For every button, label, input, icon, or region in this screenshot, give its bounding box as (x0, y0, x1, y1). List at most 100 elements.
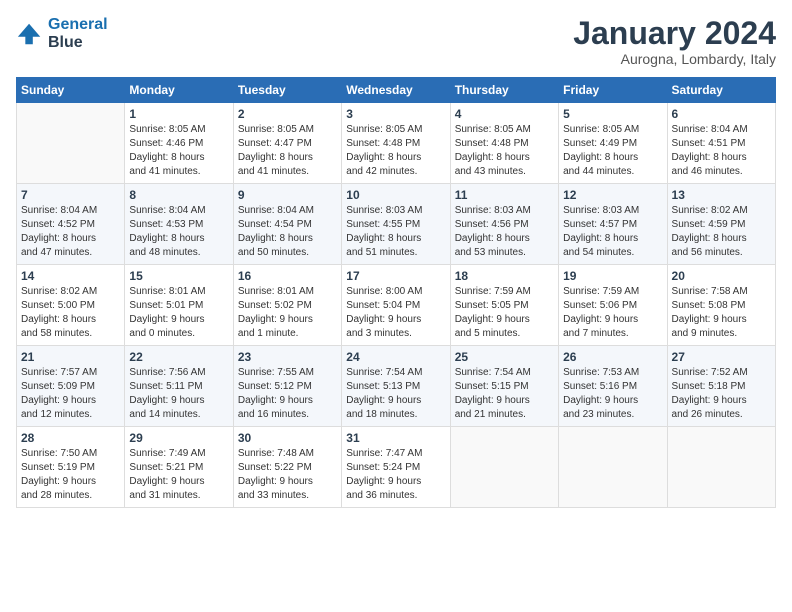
day-cell: 7 Sunrise: 8:04 AMSunset: 4:52 PMDaylight… (17, 184, 125, 265)
day-number: 19 (563, 269, 662, 283)
weekday-header-row: SundayMondayTuesdayWednesdayThursdayFrid… (17, 78, 776, 103)
day-info: Sunrise: 8:03 AMSunset: 4:56 PMDaylight:… (455, 204, 554, 260)
day-info: Sunrise: 7:54 AMSunset: 5:13 PMDaylight:… (346, 366, 445, 422)
day-number: 4 (455, 107, 554, 121)
day-info: Sunrise: 8:01 AMSunset: 5:02 PMDaylight:… (238, 285, 337, 341)
day-number: 8 (129, 188, 228, 202)
calendar-table: SundayMondayTuesdayWednesdayThursdayFrid… (16, 77, 776, 508)
day-cell: 25 Sunrise: 7:54 AMSunset: 5:15 PMDayligh… (450, 346, 558, 427)
day-number: 27 (672, 350, 771, 364)
day-number: 11 (455, 188, 554, 202)
day-number: 1 (129, 107, 228, 121)
day-number: 12 (563, 188, 662, 202)
day-number: 26 (563, 350, 662, 364)
day-cell: 17 Sunrise: 8:00 AMSunset: 5:04 PMDayligh… (342, 265, 450, 346)
weekday-header-sunday: Sunday (17, 78, 125, 103)
day-number: 9 (238, 188, 337, 202)
header: General Blue January 2024 Aurogna, Lomba… (16, 16, 776, 67)
weekday-header-tuesday: Tuesday (233, 78, 341, 103)
day-number: 14 (21, 269, 120, 283)
day-cell: 23 Sunrise: 7:55 AMSunset: 5:12 PMDayligh… (233, 346, 341, 427)
day-cell: 14Sunrise: 8:02 AMSunset: 5:00 PMDayligh… (17, 265, 125, 346)
day-info: Sunrise: 7:54 AMSunset: 5:15 PMDaylight:… (455, 366, 554, 422)
day-info: Sunrise: 8:01 AMSunset: 5:01 PMDaylight:… (129, 285, 228, 341)
day-number: 15 (129, 269, 228, 283)
day-cell: 22Sunrise: 7:56 AMSunset: 5:11 PMDayligh… (125, 346, 233, 427)
day-cell: 16 Sunrise: 8:01 AMSunset: 5:02 PMDayligh… (233, 265, 341, 346)
weekday-header-thursday: Thursday (450, 78, 558, 103)
day-info: Sunrise: 8:03 AMSunset: 4:55 PMDaylight:… (346, 204, 445, 260)
day-info: Sunrise: 7:50 AMSunset: 5:19 PMDaylight:… (21, 447, 120, 503)
logo-icon (16, 20, 44, 48)
day-info: Sunrise: 7:58 AMSunset: 5:08 PMDaylight:… (672, 285, 771, 341)
day-cell: 3Sunrise: 8:05 AMSunset: 4:48 PMDaylight… (342, 103, 450, 184)
day-cell (450, 427, 558, 508)
logo-text: General Blue (48, 16, 108, 51)
day-info: Sunrise: 8:05 AMSunset: 4:46 PMDaylight:… (129, 123, 228, 179)
title-area: January 2024 Aurogna, Lombardy, Italy (573, 16, 776, 67)
day-cell: 13 Sunrise: 8:02 AMSunset: 4:59 PMDayligh… (667, 184, 775, 265)
week-row-2: 7 Sunrise: 8:04 AMSunset: 4:52 PMDaylight… (17, 184, 776, 265)
day-cell (17, 103, 125, 184)
day-info: Sunrise: 8:00 AMSunset: 5:04 PMDaylight:… (346, 285, 445, 341)
day-cell: 28 Sunrise: 7:50 AMSunset: 5:19 PMDayligh… (17, 427, 125, 508)
location-title: Aurogna, Lombardy, Italy (573, 51, 776, 67)
day-number: 6 (672, 107, 771, 121)
day-number: 20 (672, 269, 771, 283)
day-number: 18 (455, 269, 554, 283)
day-info: Sunrise: 8:04 AMSunset: 4:52 PMDaylight:… (21, 204, 120, 260)
day-info: Sunrise: 8:03 AMSunset: 4:57 PMDaylight:… (563, 204, 662, 260)
day-info: Sunrise: 7:59 AMSunset: 5:06 PMDaylight:… (563, 285, 662, 341)
day-cell: 19 Sunrise: 7:59 AMSunset: 5:06 PMDayligh… (559, 265, 667, 346)
day-number: 28 (21, 431, 120, 445)
week-row-5: 28 Sunrise: 7:50 AMSunset: 5:19 PMDayligh… (17, 427, 776, 508)
day-info: Sunrise: 7:53 AMSunset: 5:16 PMDaylight:… (563, 366, 662, 422)
day-number: 10 (346, 188, 445, 202)
day-number: 31 (346, 431, 445, 445)
day-cell: 8Sunrise: 8:04 AMSunset: 4:53 PMDaylight… (125, 184, 233, 265)
day-info: Sunrise: 7:55 AMSunset: 5:12 PMDaylight:… (238, 366, 337, 422)
day-number: 7 (21, 188, 120, 202)
day-info: Sunrise: 7:49 AMSunset: 5:21 PMDaylight:… (129, 447, 228, 503)
day-info: Sunrise: 7:47 AMSunset: 5:24 PMDaylight:… (346, 447, 445, 503)
day-number: 2 (238, 107, 337, 121)
day-info: Sunrise: 8:05 AMSunset: 4:49 PMDaylight:… (563, 123, 662, 179)
day-number: 23 (238, 350, 337, 364)
day-cell: 5Sunrise: 8:05 AMSunset: 4:49 PMDaylight… (559, 103, 667, 184)
day-info: Sunrise: 7:56 AMSunset: 5:11 PMDaylight:… (129, 366, 228, 422)
day-number: 21 (21, 350, 120, 364)
day-number: 13 (672, 188, 771, 202)
week-row-1: 1 Sunrise: 8:05 AMSunset: 4:46 PMDaylight… (17, 103, 776, 184)
day-cell: 1 Sunrise: 8:05 AMSunset: 4:46 PMDaylight… (125, 103, 233, 184)
day-number: 25 (455, 350, 554, 364)
day-cell: 30 Sunrise: 7:48 AMSunset: 5:22 PMDayligh… (233, 427, 341, 508)
week-row-4: 21 Sunrise: 7:57 AMSunset: 5:09 PMDayligh… (17, 346, 776, 427)
day-info: Sunrise: 7:48 AMSunset: 5:22 PMDaylight:… (238, 447, 337, 503)
day-cell (667, 427, 775, 508)
day-cell: 11 Sunrise: 8:03 AMSunset: 4:56 PMDayligh… (450, 184, 558, 265)
day-cell (559, 427, 667, 508)
day-number: 17 (346, 269, 445, 283)
day-info: Sunrise: 8:02 AMSunset: 4:59 PMDaylight:… (672, 204, 771, 260)
day-cell: 24Sunrise: 7:54 AMSunset: 5:13 PMDayligh… (342, 346, 450, 427)
day-cell: 21 Sunrise: 7:57 AMSunset: 5:09 PMDayligh… (17, 346, 125, 427)
weekday-header-monday: Monday (125, 78, 233, 103)
week-row-3: 14Sunrise: 8:02 AMSunset: 5:00 PMDayligh… (17, 265, 776, 346)
day-number: 16 (238, 269, 337, 283)
day-info: Sunrise: 8:05 AMSunset: 4:47 PMDaylight:… (238, 123, 337, 179)
day-info: Sunrise: 8:04 AMSunset: 4:54 PMDaylight:… (238, 204, 337, 260)
day-cell: 20 Sunrise: 7:58 AMSunset: 5:08 PMDayligh… (667, 265, 775, 346)
weekday-header-friday: Friday (559, 78, 667, 103)
day-cell: 12 Sunrise: 8:03 AMSunset: 4:57 PMDayligh… (559, 184, 667, 265)
day-cell: 6Sunrise: 8:04 AMSunset: 4:51 PMDaylight… (667, 103, 775, 184)
day-info: Sunrise: 7:57 AMSunset: 5:09 PMDaylight:… (21, 366, 120, 422)
day-cell: 31 Sunrise: 7:47 AMSunset: 5:24 PMDayligh… (342, 427, 450, 508)
day-cell: 9 Sunrise: 8:04 AMSunset: 4:54 PMDaylight… (233, 184, 341, 265)
day-cell: 27Sunrise: 7:52 AMSunset: 5:18 PMDayligh… (667, 346, 775, 427)
day-cell: 15 Sunrise: 8:01 AMSunset: 5:01 PMDayligh… (125, 265, 233, 346)
day-number: 30 (238, 431, 337, 445)
day-info: Sunrise: 7:59 AMSunset: 5:05 PMDaylight:… (455, 285, 554, 341)
day-number: 29 (129, 431, 228, 445)
logo: General Blue (16, 16, 108, 51)
day-info: Sunrise: 8:05 AMSunset: 4:48 PMDaylight:… (346, 123, 445, 179)
